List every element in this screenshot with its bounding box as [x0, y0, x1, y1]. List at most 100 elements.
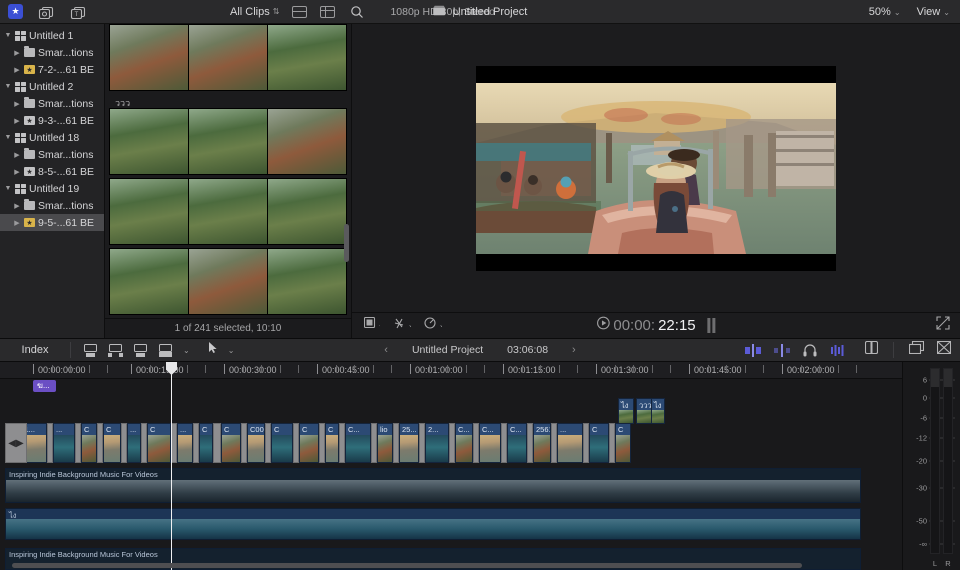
- sidebar-item-smar-tions[interactable]: ▶ Smar...tions: [0, 95, 104, 112]
- snapping-icon[interactable]: [864, 340, 879, 359]
- zoom-dropdown[interactable]: 50% ⌄: [869, 6, 901, 18]
- browser-scrollbar[interactable]: [344, 224, 349, 262]
- timeline-clip[interactable]: C: [81, 423, 97, 463]
- browser-clip-row[interactable]: [109, 248, 347, 315]
- fullscreen-icon[interactable]: [936, 316, 960, 335]
- sidebar-item-smar-tions[interactable]: ▶ Smar...tions: [0, 146, 104, 163]
- solo-icon[interactable]: [830, 344, 846, 357]
- clapperboard-icon[interactable]: ★: [8, 4, 23, 19]
- overwrite-icon[interactable]: [158, 343, 173, 357]
- timeline-clip[interactable]: C...: [479, 423, 501, 463]
- append-icon[interactable]: [83, 343, 98, 357]
- connected-clip[interactable]: ไง: [651, 398, 665, 424]
- split-view-icon[interactable]: [292, 5, 308, 18]
- disclosure-open-icon[interactable]: ▼: [4, 32, 12, 39]
- browser-clip-row[interactable]: ววว: [109, 94, 347, 175]
- browser-clip-row[interactable]: [109, 178, 347, 245]
- timeline-clip[interactable]: C: [221, 423, 241, 463]
- browser-filmstrips[interactable]: ววว: [105, 24, 351, 318]
- clip-browser[interactable]: ววว 1 of 241 selected, 10:10: [105, 24, 352, 338]
- browser-filmstrip[interactable]: [109, 108, 347, 175]
- select-tool-icon[interactable]: [208, 341, 218, 359]
- timeline-gap[interactable]: [213, 423, 221, 463]
- timeline-horizontal-scrollbar[interactable]: [12, 563, 802, 568]
- clips-filter-dropdown[interactable]: All Clips ⇅: [230, 6, 279, 18]
- browser-filmstrip[interactable]: [109, 178, 347, 245]
- connected-clip[interactable]: ววว: [636, 398, 652, 424]
- disclosure-open-icon[interactable]: ▼: [4, 185, 12, 192]
- timeline-clip[interactable]: 2...: [425, 423, 449, 463]
- timeline-clip[interactable]: C: [589, 423, 609, 463]
- sidebar-item-9-3-61-be[interactable]: ▶ ★ 9-3-...61 BE: [0, 112, 104, 129]
- skimming-icon[interactable]: [774, 343, 790, 357]
- timeline-clip[interactable]: lio: [377, 423, 393, 463]
- timeline-pane[interactable]: 00:00:00:00 00:00:15:00 00:00:30:00 00:00:4…: [0, 362, 960, 570]
- timeline-clip[interactable]: 2561...: [533, 423, 551, 463]
- libraries-sidebar[interactable]: ▼ Untitled 1 ▶ Smar...tions ▶ ★ 7-2-...61 BE ▼ U…: [0, 24, 105, 338]
- sidebar-item-untitled-18[interactable]: ▼ Untitled 18: [0, 129, 104, 146]
- timeline-marker-row[interactable]: ฆ...: [0, 379, 902, 393]
- viewer-canvas[interactable]: [352, 24, 960, 312]
- timeline-clip[interactable]: C: [615, 423, 631, 463]
- timeline-clip[interactable]: C...: [345, 423, 371, 463]
- insert-icon[interactable]: [108, 343, 123, 357]
- disclosure-closed-icon[interactable]: ▶: [13, 219, 21, 227]
- chevron-down-icon[interactable]: ⌄: [228, 346, 235, 355]
- trim-icon[interactable]: [745, 343, 761, 357]
- titles-generators-icon[interactable]: T: [69, 4, 87, 20]
- sidebar-item-untitled-1[interactable]: ▼ Untitled 1: [0, 27, 104, 44]
- disclosure-closed-icon[interactable]: ▶: [13, 202, 21, 210]
- timeline-clip[interactable]: C...: [507, 423, 527, 463]
- filmstrip-view-icon[interactable]: [320, 5, 336, 18]
- view-dropdown[interactable]: View ⌄: [917, 6, 950, 18]
- disclosure-closed-icon[interactable]: ▶: [13, 117, 21, 125]
- disclosure-closed-icon[interactable]: ▶: [13, 168, 21, 176]
- timeline-clip[interactable]: ...: [53, 423, 75, 463]
- chevron-left-icon[interactable]: ‹: [384, 344, 388, 356]
- timeline-clip[interactable]: 25...: [399, 423, 419, 463]
- timeline-clip[interactable]: C...: [455, 423, 473, 463]
- timeline-clip[interactable]: C: [199, 423, 213, 463]
- audio-clip-primary[interactable]: ไง: [5, 508, 861, 540]
- browser-filmstrip[interactable]: [109, 248, 347, 315]
- media-import-icon[interactable]: [37, 4, 55, 20]
- close-icon[interactable]: [936, 340, 952, 359]
- timeline-canvas[interactable]: 00:00:00:00 00:00:15:00 00:00:30:00 00:00:4…: [0, 362, 902, 570]
- timeline-clip[interactable]: ...: [557, 423, 583, 463]
- timeline-clip[interactable]: C: [325, 423, 339, 463]
- sidebar-item-untitled-2[interactable]: ▼ Untitled 2: [0, 78, 104, 95]
- playhead[interactable]: [171, 362, 172, 570]
- chevron-right-icon[interactable]: ›: [572, 344, 576, 356]
- browser-filmstrip[interactable]: [109, 24, 347, 91]
- disclosure-open-icon[interactable]: ▼: [4, 83, 12, 90]
- search-icon[interactable]: [348, 4, 366, 20]
- sidebar-item-7-2-61-be[interactable]: ▶ ★ 7-2-...61 BE: [0, 61, 104, 78]
- index-button[interactable]: Index: [0, 344, 70, 356]
- timeline-marker-chip[interactable]: ฆ...: [33, 380, 56, 392]
- chevron-down-icon[interactable]: ⌄: [183, 346, 190, 355]
- connected-video-track[interactable]: Inspiring Indie Background Music For Vid…: [5, 468, 861, 503]
- disclosure-closed-icon[interactable]: ▶: [13, 49, 21, 57]
- timeline-transition-icon[interactable]: ◀▶: [5, 423, 27, 463]
- disclosure-open-icon[interactable]: ▼: [4, 134, 12, 141]
- timeline-clip[interactable]: C: [103, 423, 121, 463]
- sidebar-item-smar-tions[interactable]: ▶ Smar...tions: [0, 44, 104, 61]
- timeline-clip[interactable]: C: [299, 423, 319, 463]
- connect-icon[interactable]: [133, 343, 148, 357]
- sidebar-item-untitled-19[interactable]: ▼ Untitled 19: [0, 180, 104, 197]
- sidebar-item-8-5-61-be[interactable]: ▶ ★ 8-5-...61 BE: [0, 163, 104, 180]
- timeline-clip[interactable]: C00...: [247, 423, 265, 463]
- disclosure-closed-icon[interactable]: ▶: [13, 100, 21, 108]
- timeline-clip[interactable]: C: [147, 423, 171, 463]
- audio-skimming-icon[interactable]: [803, 343, 817, 357]
- timeline-tracks[interactable]: 2561...... C C... C... C C C00... C C C C... lio 25.…: [0, 393, 902, 570]
- effects-icon[interactable]: ⌄: [393, 317, 414, 335]
- audio-meter[interactable]: 6 0 -6 -12 -20 -30 -50 -∞ LR: [902, 362, 960, 570]
- timeline-clip[interactable]: C: [271, 423, 293, 463]
- timeline-clip[interactable]: ...: [177, 423, 193, 463]
- color-icon[interactable]: ⌄: [424, 316, 445, 335]
- sidebar-item-smar-tions[interactable]: ▶ Smar...tions: [0, 197, 104, 214]
- viewer-timecode[interactable]: 00:00: 22:15: [596, 316, 716, 335]
- browser-clip-row[interactable]: [109, 24, 347, 91]
- sidebar-item-9-5-61-be[interactable]: ▶ ★ 9-5-...61 BE: [0, 214, 104, 231]
